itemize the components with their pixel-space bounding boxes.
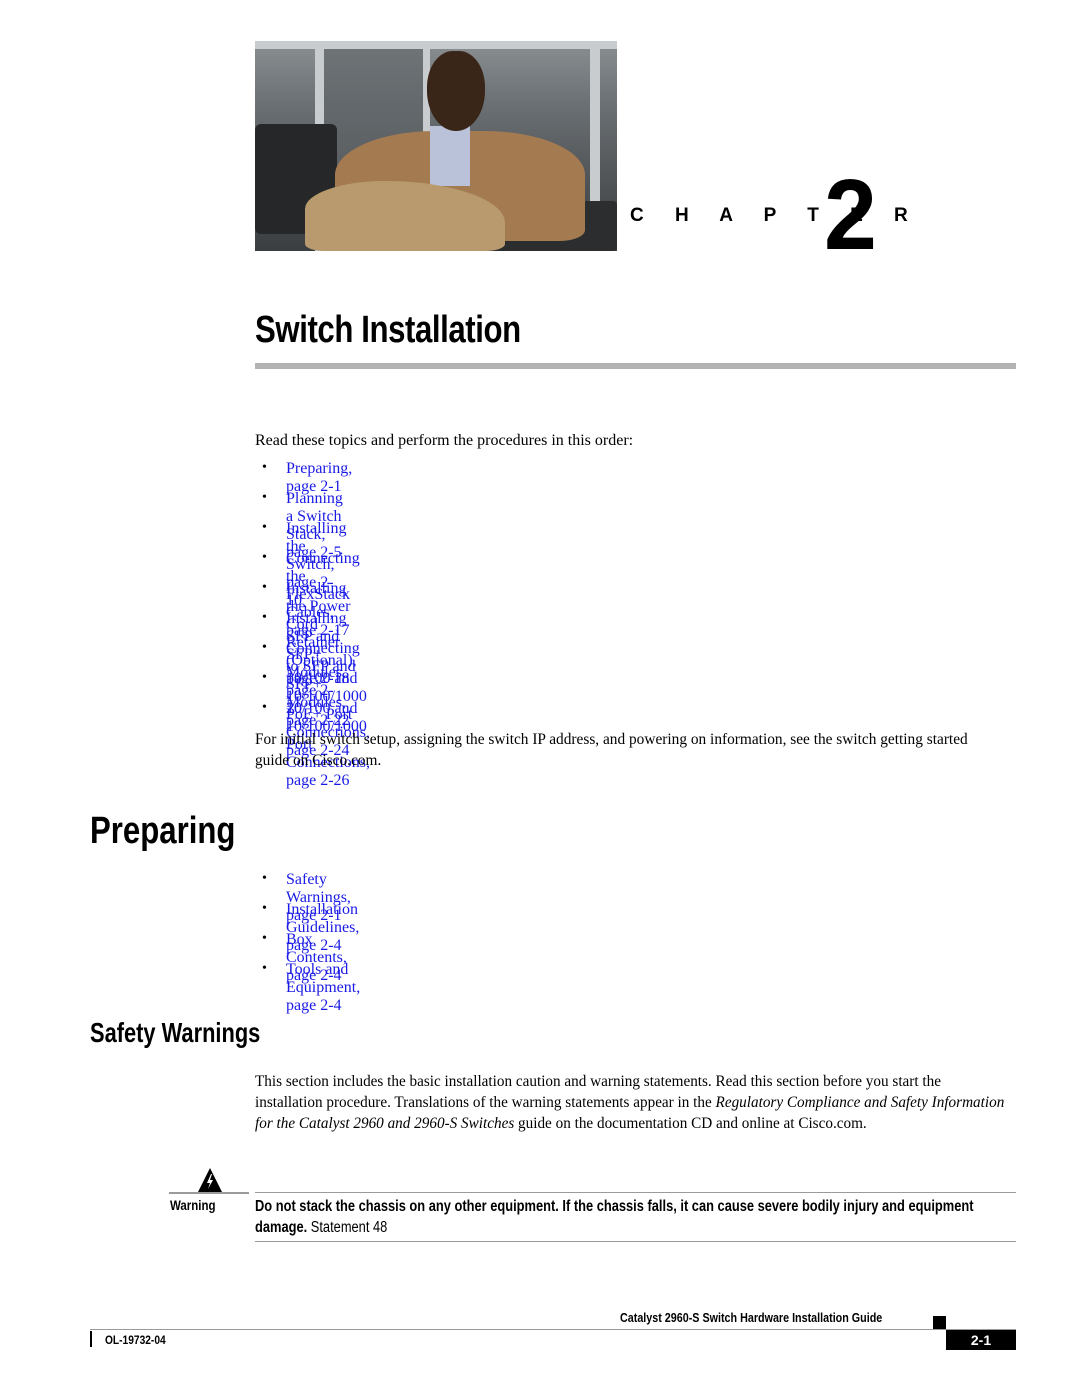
section-heading-preparing: Preparing [90, 810, 236, 852]
topic-link[interactable]: Tools and Equipment, page 2-4 [286, 961, 360, 1015]
bullet-icon: • [262, 871, 267, 886]
bullet-icon: • [262, 550, 267, 565]
bullet-icon: • [262, 700, 267, 715]
footer-guide-title: Catalyst 2960-S Switch Hardware Installa… [620, 1311, 883, 1325]
footer-left-bar [90, 1331, 92, 1347]
safety-intro-part2: guide on the documentation CD and online… [514, 1115, 867, 1132]
footer-doc-code: OL-19732-04 [105, 1333, 166, 1347]
bullet-icon: • [262, 490, 267, 505]
bullet-icon: • [262, 901, 267, 916]
safety-intro: This section includes the basic installa… [255, 1071, 1006, 1134]
footer-marker [933, 1316, 946, 1329]
setup-note: For initial switch setup, assigning the … [255, 731, 968, 769]
warning-rule-bottom [255, 1241, 1016, 1242]
warning-rule-top [255, 1192, 1016, 1193]
warning-triangle-icon [198, 1168, 222, 1192]
bullet-icon: • [262, 961, 267, 976]
bullet-icon: • [262, 931, 267, 946]
chapter-photo [255, 41, 617, 251]
footer-rule [90, 1329, 1016, 1330]
chapter-number: 2 [824, 159, 877, 271]
bullet-icon: • [262, 520, 267, 535]
intro-text: Read these topics and perform the proced… [255, 432, 634, 449]
bullet-icon: • [262, 640, 267, 655]
bullet-icon: • [262, 580, 267, 595]
bullet-icon: • [262, 460, 267, 475]
warning-label: Warning [170, 1197, 216, 1213]
chapter-label: C H A P T E R [630, 205, 921, 226]
warning-icon-rule [169, 1192, 249, 1194]
footer-page-number: 2-1 [946, 1330, 1016, 1350]
bullet-icon: • [262, 610, 267, 625]
title-rule [255, 363, 1016, 369]
section-heading-safety-warnings: Safety Warnings [90, 1017, 261, 1048]
warning-statement-number: Statement 48 [307, 1219, 388, 1236]
warning-text: Do not stack the chassis on any other eq… [255, 1196, 1019, 1238]
bullet-icon: • [262, 670, 267, 685]
page-title: Switch Installation [255, 309, 521, 351]
